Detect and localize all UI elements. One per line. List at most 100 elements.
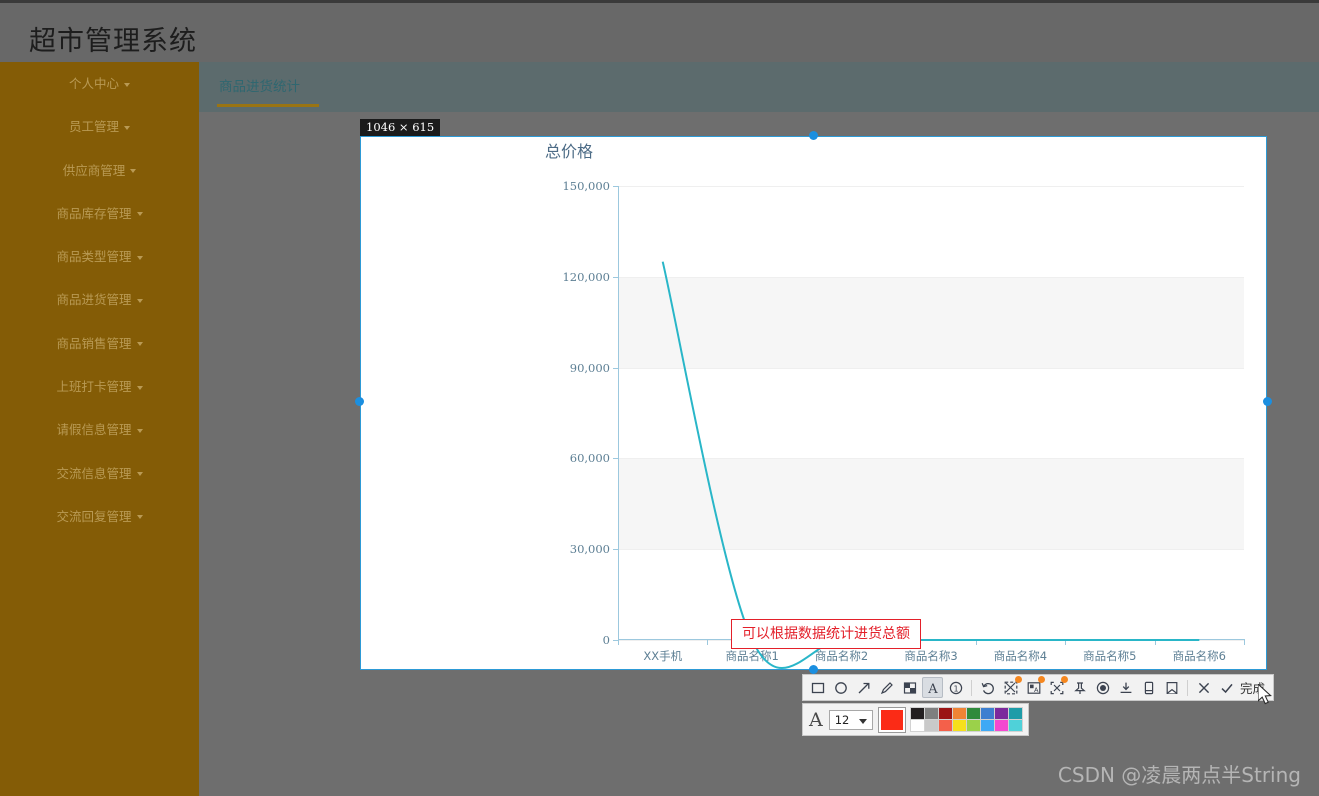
sidebar-item-label: 员工管理: [68, 119, 119, 135]
color-swatch-1-6[interactable]: [993, 719, 1009, 732]
toolbar-arrow-button[interactable]: [853, 677, 874, 698]
resize-handle-left[interactable]: [355, 397, 364, 406]
toolbar-smart-cut-button[interactable]: [1000, 676, 1022, 698]
color-swatch-0-5[interactable]: [979, 707, 995, 720]
text-style-toolbar[interactable]: A 12: [802, 703, 1029, 736]
y-axis-tick-label: 120,000: [562, 269, 610, 284]
sidebar-item-10[interactable]: 交流回复管理: [0, 495, 199, 538]
toolbar-ocr-button[interactable]: A: [1023, 676, 1045, 698]
sidebar-item-0[interactable]: 个人中心: [0, 62, 199, 105]
toolbar-text-button[interactable]: A: [922, 677, 943, 698]
text-icon: A: [927, 682, 938, 696]
color-swatch-0-4[interactable]: [965, 707, 981, 720]
toolbar-save-device-button[interactable]: [1138, 677, 1159, 698]
sidebar-item-label: 请假信息管理: [56, 422, 132, 438]
color-swatch-1-3[interactable]: [951, 719, 967, 732]
toolbar-step-number-button[interactable]: 1: [945, 677, 966, 698]
chevron-down-icon: [130, 169, 137, 174]
color-swatch-1-4[interactable]: [965, 719, 981, 732]
resize-handle-right[interactable]: [1263, 397, 1272, 406]
toolbar-undo-button[interactable]: [977, 677, 998, 698]
y-axis-tick-label: 0: [602, 633, 610, 647]
toolbar-pen-button[interactable]: [876, 677, 897, 698]
color-swatch-1-2[interactable]: [937, 719, 953, 732]
toolbar-download-button[interactable]: [1115, 677, 1136, 698]
sidebar: 个人中心员工管理供应商管理商品库存管理商品类型管理商品进货管理商品销售管理上班打…: [0, 62, 199, 796]
new-badge-dot: [1038, 676, 1045, 683]
svg-text:1: 1: [953, 684, 958, 693]
chevron-down-icon: [136, 428, 143, 433]
chevron-down-icon: [124, 125, 130, 130]
font-size-value: 12: [834, 712, 850, 727]
annotation-text-box[interactable]: 可以根据数据统计进货总额: [731, 619, 921, 649]
chevron-down-icon: [136, 342, 143, 347]
sidebar-item-2[interactable]: 供应商管理: [0, 149, 199, 192]
color-swatch-1-0[interactable]: [909, 719, 925, 732]
color-palette[interactable]: [909, 707, 1023, 732]
color-swatch-1-5[interactable]: [979, 719, 995, 732]
sidebar-item-4[interactable]: 商品类型管理: [0, 235, 199, 278]
current-color-swatch[interactable]: [877, 706, 906, 733]
chevron-down-icon: [858, 718, 867, 724]
sidebar-item-label: 交流回复管理: [56, 508, 132, 524]
resize-handle-top[interactable]: [809, 131, 818, 140]
toolbar-confirm-button[interactable]: [1216, 677, 1237, 698]
toolbar-record-button[interactable]: [1092, 677, 1113, 698]
collect-icon: [1166, 681, 1177, 694]
y-axis-tick-label: 90,000: [569, 360, 610, 375]
toolbar-collect-button[interactable]: [1161, 677, 1182, 698]
resize-handle-bottom[interactable]: [809, 665, 818, 674]
y-axis-tick-label: 150,000: [562, 179, 610, 193]
sidebar-item-9[interactable]: 交流信息管理: [0, 452, 199, 495]
sidebar-item-label: 上班打卡管理: [56, 379, 132, 395]
chevron-down-icon: [136, 385, 143, 390]
chevron-down-icon: [136, 472, 143, 477]
color-swatch-1-1[interactable]: [923, 719, 939, 732]
check-icon: [1220, 683, 1233, 693]
tab-active-underline: [217, 104, 319, 107]
sidebar-item-label: 个人中心: [68, 76, 119, 91]
toolbar-pin-button[interactable]: [1069, 677, 1090, 698]
screenshot-selection[interactable]: 1046 × 615 总价格 150,000 120,000 90,000 60,00…: [355, 119, 1272, 674]
font-size-select[interactable]: 12: [828, 709, 873, 730]
color-swatch-0-2[interactable]: [937, 707, 953, 720]
sidebar-item-6[interactable]: 商品销售管理: [0, 322, 199, 365]
tab-bar: 商品进货统计: [199, 62, 1319, 112]
new-badge-dot: [1015, 676, 1022, 683]
color-swatch-0-1[interactable]: [923, 707, 939, 720]
sidebar-item-3[interactable]: 商品库存管理: [0, 192, 199, 235]
sidebar-item-5[interactable]: 商品进货管理: [0, 278, 199, 321]
x-axis-tick-label: 商品名称6: [1172, 649, 1226, 663]
color-swatch-0-3[interactable]: [951, 707, 967, 720]
y-axis-tick-label: 30,000: [569, 542, 610, 557]
color-swatch-0-6[interactable]: [993, 707, 1009, 720]
sidebar-item-label: 交流信息管理: [56, 465, 132, 481]
selection-size-badge: 1046 × 615: [360, 119, 441, 136]
app-header: 超市管理系统: [0, 0, 1319, 62]
pen-icon: [880, 681, 893, 694]
chart-series-total-price: [661, 261, 1200, 669]
record-icon: [1096, 681, 1109, 694]
chevron-down-icon: [136, 212, 143, 217]
toolbar-extract-button[interactable]: [1046, 676, 1068, 698]
toolbar-ellipse-button[interactable]: [830, 677, 851, 698]
chevron-down-icon: [136, 298, 143, 303]
color-swatch-0-0[interactable]: [909, 707, 925, 720]
color-swatch-0-7[interactable]: [1007, 707, 1023, 720]
sidebar-item-7[interactable]: 上班打卡管理: [0, 365, 199, 408]
toolbar-mosaic-button[interactable]: [899, 677, 920, 698]
toolbar-rectangle-button[interactable]: [807, 677, 828, 698]
color-swatch-1-7[interactable]: [1007, 719, 1023, 732]
toolbar-separator: [1187, 679, 1188, 696]
tab-purchase-statistics[interactable]: 商品进货统计: [219, 75, 300, 105]
sidebar-item-8[interactable]: 请假信息管理: [0, 408, 199, 451]
x-axis-tick-mark: [1244, 639, 1245, 645]
chevron-down-icon: [136, 255, 143, 260]
sidebar-item-label: 商品进货管理: [56, 292, 132, 308]
sidebar-item-1[interactable]: 员工管理: [0, 105, 199, 148]
palette-row-0: [909, 707, 1023, 720]
sidebar-item-label: 商品库存管理: [56, 205, 132, 221]
download-icon: [1120, 682, 1131, 693]
toolbar-close-button[interactable]: [1193, 677, 1214, 698]
annotation-toolbar[interactable]: A 1 A 完成: [802, 674, 1275, 701]
